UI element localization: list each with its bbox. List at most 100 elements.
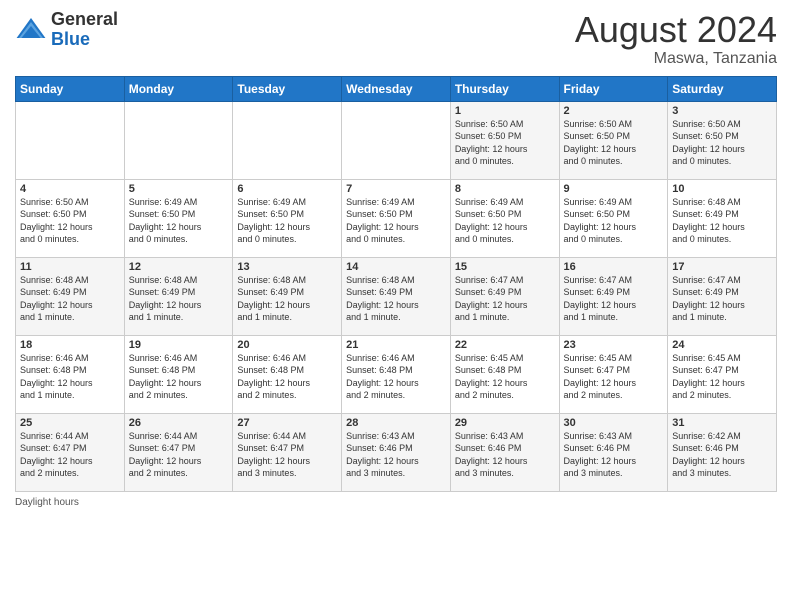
calendar-cell: 7Sunrise: 6:49 AM Sunset: 6:50 PM Daylig… [342,179,451,257]
day-number: 3 [672,105,772,117]
day-info: Sunrise: 6:45 AM Sunset: 6:47 PM Dayligh… [564,352,664,402]
logo: General Blue [15,10,118,50]
day-info: Sunrise: 6:46 AM Sunset: 6:48 PM Dayligh… [346,352,446,402]
day-info: Sunrise: 6:46 AM Sunset: 6:48 PM Dayligh… [237,352,337,402]
weekday-header: Tuesday [233,76,342,101]
day-info: Sunrise: 6:49 AM Sunset: 6:50 PM Dayligh… [455,196,555,246]
day-number: 15 [455,261,555,273]
day-info: Sunrise: 6:48 AM Sunset: 6:49 PM Dayligh… [20,274,120,324]
header-row: SundayMondayTuesdayWednesdayThursdayFrid… [16,76,777,101]
weekday-header: Saturday [668,76,777,101]
day-info: Sunrise: 6:49 AM Sunset: 6:50 PM Dayligh… [237,196,337,246]
day-number: 1 [455,105,555,117]
day-number: 19 [129,339,229,351]
weekday-header: Sunday [16,76,125,101]
logo-text: General Blue [51,10,118,50]
calendar-cell: 2Sunrise: 6:50 AM Sunset: 6:50 PM Daylig… [559,101,668,179]
calendar-cell: 9Sunrise: 6:49 AM Sunset: 6:50 PM Daylig… [559,179,668,257]
day-number: 6 [237,183,337,195]
calendar-cell: 25Sunrise: 6:44 AM Sunset: 6:47 PM Dayli… [16,413,125,491]
calendar-cell [342,101,451,179]
weekday-header: Monday [124,76,233,101]
calendar-cell: 23Sunrise: 6:45 AM Sunset: 6:47 PM Dayli… [559,335,668,413]
day-number: 20 [237,339,337,351]
calendar-cell: 10Sunrise: 6:48 AM Sunset: 6:49 PM Dayli… [668,179,777,257]
day-info: Sunrise: 6:43 AM Sunset: 6:46 PM Dayligh… [346,430,446,480]
calendar-cell: 8Sunrise: 6:49 AM Sunset: 6:50 PM Daylig… [450,179,559,257]
day-info: Sunrise: 6:45 AM Sunset: 6:47 PM Dayligh… [672,352,772,402]
day-info: Sunrise: 6:44 AM Sunset: 6:47 PM Dayligh… [20,430,120,480]
day-number: 4 [20,183,120,195]
day-info: Sunrise: 6:44 AM Sunset: 6:47 PM Dayligh… [237,430,337,480]
header: General Blue August 2024 Maswa, Tanzania [15,10,777,68]
calendar-cell: 1Sunrise: 6:50 AM Sunset: 6:50 PM Daylig… [450,101,559,179]
day-number: 26 [129,417,229,429]
calendar-table: SundayMondayTuesdayWednesdayThursdayFrid… [15,76,777,492]
day-info: Sunrise: 6:47 AM Sunset: 6:49 PM Dayligh… [564,274,664,324]
calendar-cell: 17Sunrise: 6:47 AM Sunset: 6:49 PM Dayli… [668,257,777,335]
day-number: 2 [564,105,664,117]
calendar-cell: 31Sunrise: 6:42 AM Sunset: 6:46 PM Dayli… [668,413,777,491]
day-info: Sunrise: 6:50 AM Sunset: 6:50 PM Dayligh… [672,118,772,168]
day-number: 25 [20,417,120,429]
calendar-week-row: 11Sunrise: 6:48 AM Sunset: 6:49 PM Dayli… [16,257,777,335]
calendar-cell: 16Sunrise: 6:47 AM Sunset: 6:49 PM Dayli… [559,257,668,335]
day-info: Sunrise: 6:49 AM Sunset: 6:50 PM Dayligh… [346,196,446,246]
calendar-cell: 13Sunrise: 6:48 AM Sunset: 6:49 PM Dayli… [233,257,342,335]
day-number: 11 [20,261,120,273]
calendar-cell: 19Sunrise: 6:46 AM Sunset: 6:48 PM Dayli… [124,335,233,413]
title-block: August 2024 Maswa, Tanzania [575,10,777,68]
day-number: 21 [346,339,446,351]
day-number: 5 [129,183,229,195]
location-subtitle: Maswa, Tanzania [575,50,777,68]
calendar-cell: 24Sunrise: 6:45 AM Sunset: 6:47 PM Dayli… [668,335,777,413]
logo-general-text: General [51,9,118,29]
day-info: Sunrise: 6:46 AM Sunset: 6:48 PM Dayligh… [129,352,229,402]
calendar-cell: 26Sunrise: 6:44 AM Sunset: 6:47 PM Dayli… [124,413,233,491]
calendar-cell [124,101,233,179]
calendar-week-row: 1Sunrise: 6:50 AM Sunset: 6:50 PM Daylig… [16,101,777,179]
month-title: August 2024 [575,10,777,50]
day-info: Sunrise: 6:44 AM Sunset: 6:47 PM Dayligh… [129,430,229,480]
day-number: 17 [672,261,772,273]
day-info: Sunrise: 6:48 AM Sunset: 6:49 PM Dayligh… [346,274,446,324]
day-number: 16 [564,261,664,273]
weekday-header: Friday [559,76,668,101]
day-number: 8 [455,183,555,195]
calendar-cell: 29Sunrise: 6:43 AM Sunset: 6:46 PM Dayli… [450,413,559,491]
calendar-cell [16,101,125,179]
calendar-week-row: 25Sunrise: 6:44 AM Sunset: 6:47 PM Dayli… [16,413,777,491]
calendar-cell: 15Sunrise: 6:47 AM Sunset: 6:49 PM Dayli… [450,257,559,335]
day-number: 24 [672,339,772,351]
daylight-label: Daylight hours [15,497,79,508]
calendar-cell: 11Sunrise: 6:48 AM Sunset: 6:49 PM Dayli… [16,257,125,335]
calendar-cell: 5Sunrise: 6:49 AM Sunset: 6:50 PM Daylig… [124,179,233,257]
day-number: 22 [455,339,555,351]
calendar-cell: 27Sunrise: 6:44 AM Sunset: 6:47 PM Dayli… [233,413,342,491]
day-info: Sunrise: 6:49 AM Sunset: 6:50 PM Dayligh… [564,196,664,246]
logo-icon [15,14,47,46]
calendar-cell: 22Sunrise: 6:45 AM Sunset: 6:48 PM Dayli… [450,335,559,413]
day-info: Sunrise: 6:46 AM Sunset: 6:48 PM Dayligh… [20,352,120,402]
day-number: 18 [20,339,120,351]
calendar-cell: 4Sunrise: 6:50 AM Sunset: 6:50 PM Daylig… [16,179,125,257]
day-info: Sunrise: 6:43 AM Sunset: 6:46 PM Dayligh… [564,430,664,480]
day-number: 9 [564,183,664,195]
day-info: Sunrise: 6:47 AM Sunset: 6:49 PM Dayligh… [672,274,772,324]
calendar-cell: 12Sunrise: 6:48 AM Sunset: 6:49 PM Dayli… [124,257,233,335]
weekday-header: Wednesday [342,76,451,101]
day-info: Sunrise: 6:48 AM Sunset: 6:49 PM Dayligh… [129,274,229,324]
calendar-cell [233,101,342,179]
day-info: Sunrise: 6:50 AM Sunset: 6:50 PM Dayligh… [455,118,555,168]
day-number: 13 [237,261,337,273]
day-number: 10 [672,183,772,195]
page: General Blue August 2024 Maswa, Tanzania… [0,0,792,612]
day-number: 14 [346,261,446,273]
day-info: Sunrise: 6:45 AM Sunset: 6:48 PM Dayligh… [455,352,555,402]
day-number: 12 [129,261,229,273]
calendar-cell: 28Sunrise: 6:43 AM Sunset: 6:46 PM Dayli… [342,413,451,491]
calendar-cell: 21Sunrise: 6:46 AM Sunset: 6:48 PM Dayli… [342,335,451,413]
calendar-cell: 20Sunrise: 6:46 AM Sunset: 6:48 PM Dayli… [233,335,342,413]
logo-blue-text: Blue [51,29,90,49]
day-info: Sunrise: 6:48 AM Sunset: 6:49 PM Dayligh… [672,196,772,246]
